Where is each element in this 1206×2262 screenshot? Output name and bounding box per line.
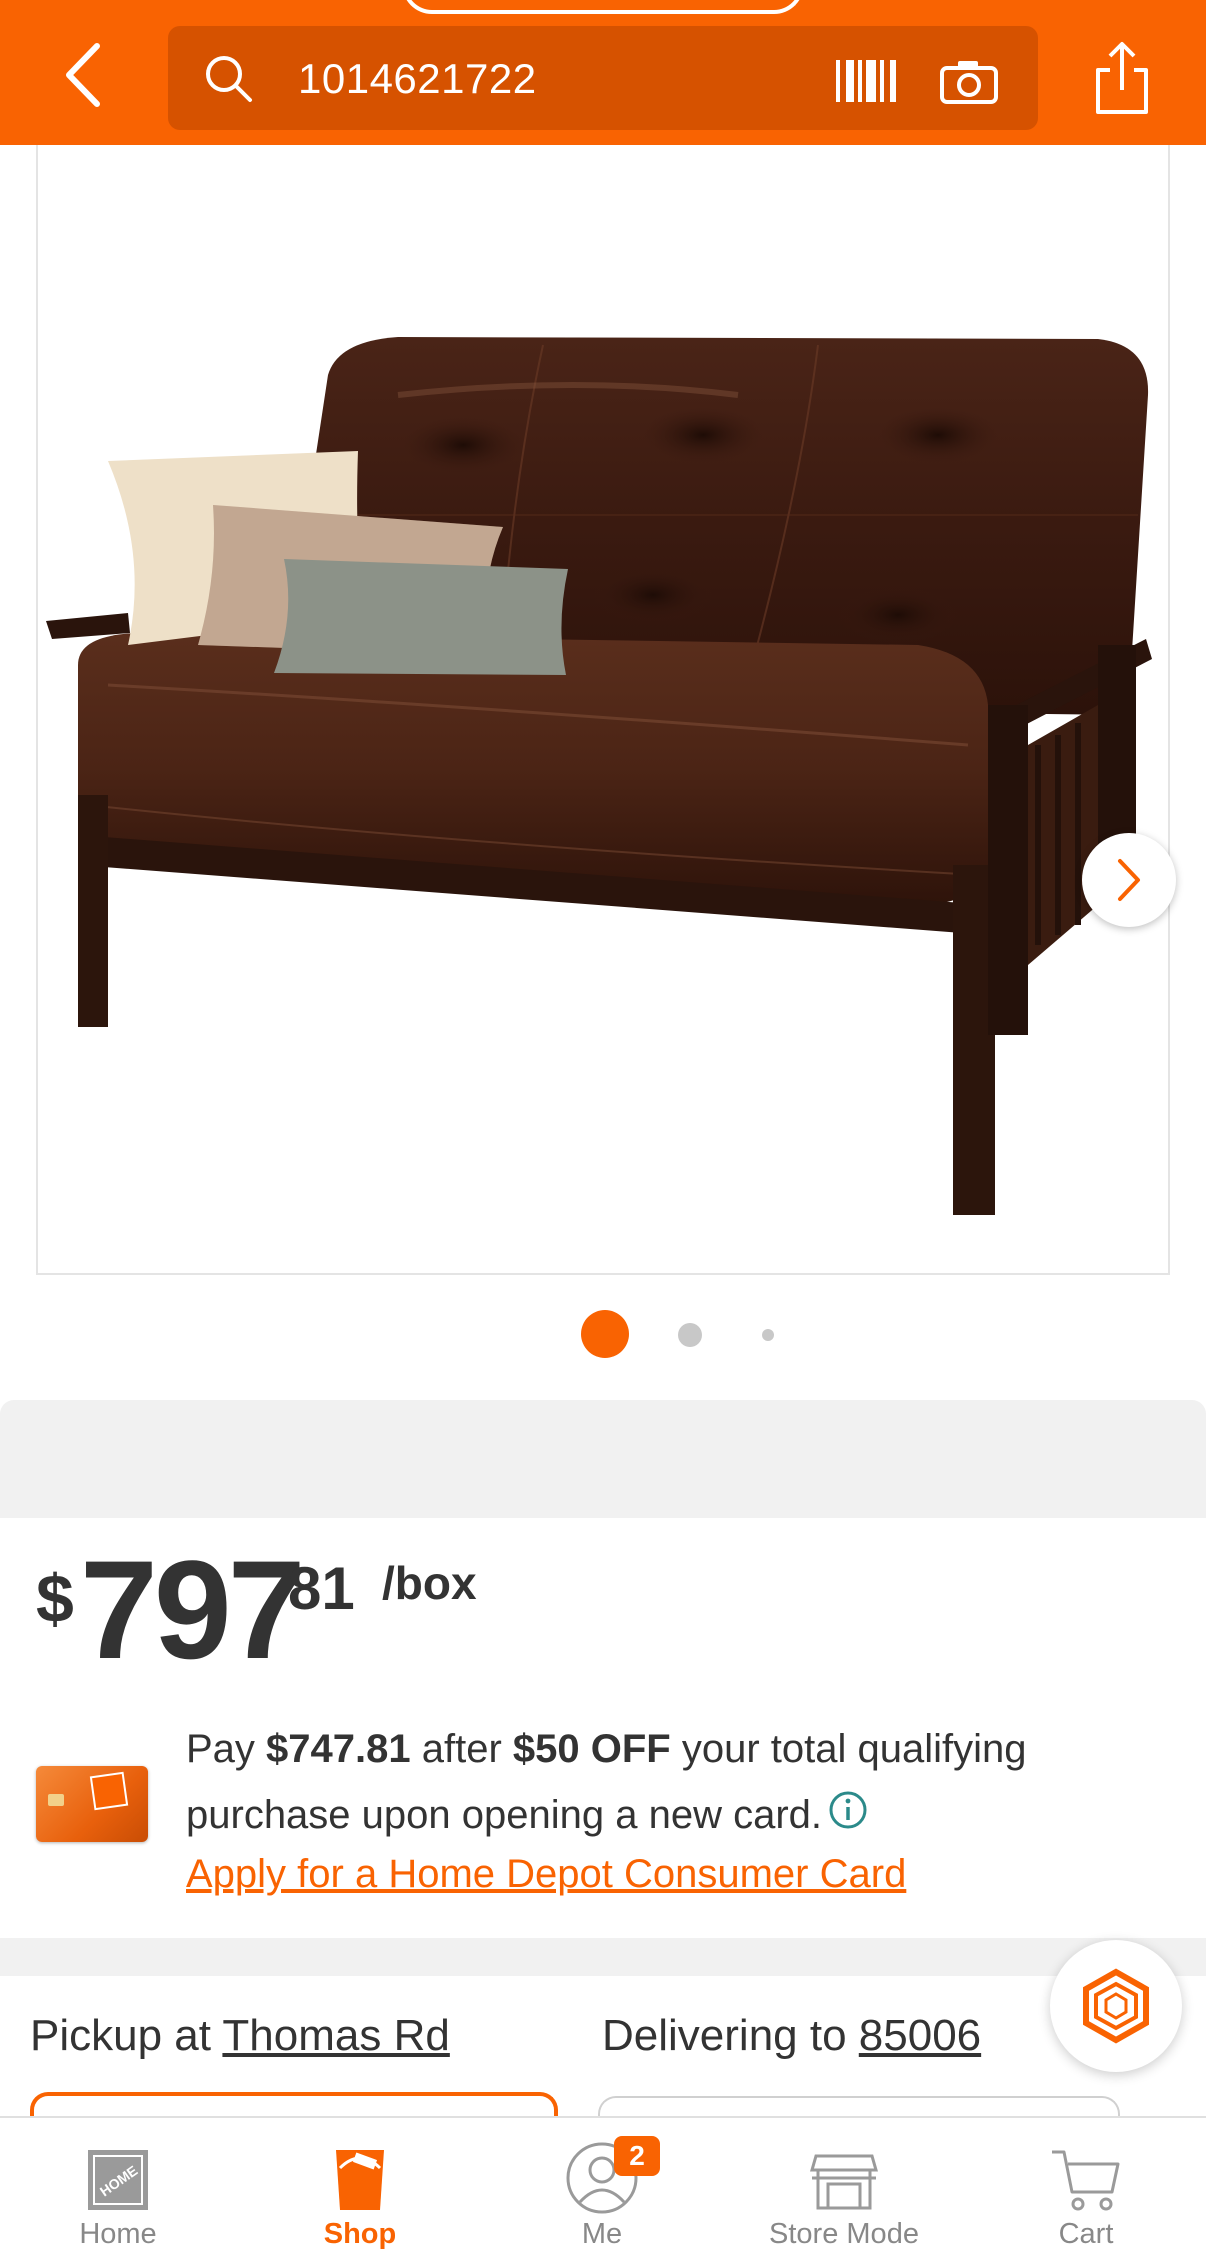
pagination-dot[interactable]	[762, 1329, 774, 1341]
delivery-zip-link[interactable]: 85006	[859, 2011, 981, 2060]
search-bar[interactable]: 1014621722	[168, 26, 1038, 130]
bottom-navigation: HOME Home Shop 2 Me Store Mode Cart	[0, 2116, 1206, 2262]
search-input[interactable]: 1014621722	[298, 54, 537, 104]
price-dollars: 797	[80, 1531, 306, 1688]
pagination-dot[interactable]	[678, 1323, 702, 1347]
price-unit: /box	[382, 1557, 477, 1609]
promo-discounted-price: $747.81	[266, 1727, 411, 1771]
section-divider	[0, 1938, 1206, 1976]
promo-after: after	[410, 1727, 513, 1771]
nav-label: Cart	[1058, 2218, 1114, 2250]
store-icon	[810, 2154, 878, 2210]
search-icon	[206, 56, 252, 102]
product-page: 1014621722 $ 797 81 /box Pay $747.81 aft…	[0, 0, 1206, 2262]
chevron-right-icon	[1118, 859, 1140, 901]
app-header: 1014621722	[0, 0, 1206, 145]
price-currency: $	[36, 1561, 74, 1637]
nav-label: Store Mode	[769, 2218, 919, 2250]
promo-discount: $50 OFF	[512, 1727, 671, 1771]
home-depot-logo-icon	[89, 1771, 129, 1811]
hexagon-logo-icon	[1083, 1968, 1149, 2044]
delivery-zip-selector[interactable]: Delivering to 85006	[602, 2006, 981, 2066]
nav-home[interactable]: HOME Home	[18, 2118, 218, 2262]
card-promo-text: Pay $747.81 after $50 OFF your total qua…	[186, 1716, 1146, 1848]
credit-card-image	[36, 1766, 148, 1842]
shop-bucket-icon	[336, 2150, 384, 2210]
info-icon[interactable]	[828, 1790, 868, 1830]
nav-label: Home	[79, 2218, 157, 2250]
nav-label: Shop	[323, 2218, 397, 2250]
price-cents: 81	[288, 1555, 355, 1622]
home-depot-logo-icon: HOME	[88, 2150, 148, 2210]
dynamic-island-outline	[402, 0, 804, 14]
pagination-dot-active[interactable]	[581, 1310, 629, 1358]
nav-shop[interactable]: Shop	[260, 2118, 460, 2262]
product-image-carousel[interactable]	[36, 145, 1176, 1275]
barcode-icon[interactable]	[834, 56, 898, 106]
delivery-label: Delivering to	[602, 2011, 859, 2060]
camera-icon[interactable]	[940, 58, 998, 104]
carousel-pagination	[0, 1310, 1206, 1360]
assistant-button[interactable]	[1050, 1940, 1182, 2072]
nav-label: Me	[581, 2218, 623, 2250]
pickup-store-selector[interactable]: Pickup at Thomas Rd	[30, 2006, 450, 2066]
card-chip-icon	[48, 1794, 64, 1806]
nav-cart[interactable]: Cart	[986, 2118, 1186, 2262]
apply-card-link[interactable]: Apply for a Home Depot Consumer Card	[186, 1846, 906, 1902]
back-button[interactable]	[48, 40, 118, 110]
chevron-left-icon	[66, 43, 100, 107]
next-image-button[interactable]	[1082, 833, 1176, 927]
pickup-label: Pickup at	[30, 2011, 223, 2060]
product-image	[46, 337, 1152, 1215]
notification-badge: 2	[614, 2136, 660, 2176]
section-divider	[0, 1400, 1206, 1518]
cart-icon	[1052, 2150, 1120, 2211]
nav-store-mode[interactable]: Store Mode	[744, 2118, 944, 2262]
nav-me[interactable]: 2 Me	[502, 2118, 702, 2262]
share-icon[interactable]	[1090, 40, 1154, 116]
pickup-store-link[interactable]: Thomas Rd	[222, 2011, 449, 2060]
promo-pay: Pay	[186, 1727, 267, 1771]
